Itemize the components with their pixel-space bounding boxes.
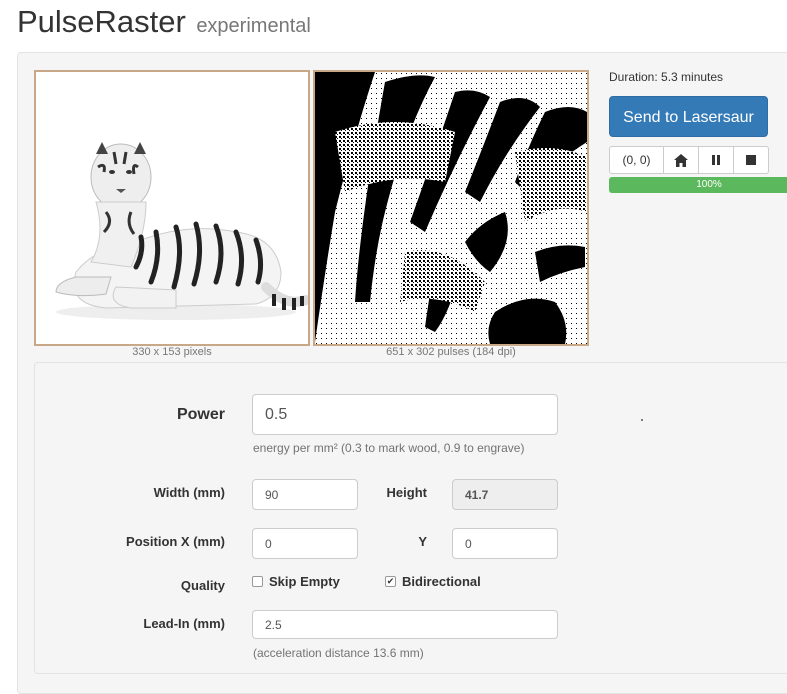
lead-in-input[interactable]: 2.5 [252,610,558,639]
skip-empty-checkbox[interactable]: Skip Empty [252,574,340,589]
pause-button[interactable] [698,146,734,174]
home-icon [674,153,688,167]
app-title: PulseRaster [17,4,186,39]
power-label: Power [176,406,225,423]
position-y-label: Y [418,534,427,549]
quality-label: Quality [180,578,225,593]
coordinates-display[interactable]: (0, 0) [609,146,664,174]
bidirectional-label: Bidirectional [402,574,481,589]
position-x-input[interactable]: 0 [252,528,358,559]
stop-button[interactable] [733,146,769,174]
lead-in-label: Lead-In (mm) [143,616,225,631]
original-caption: 330 x 153 pixels [132,346,212,358]
skip-empty-label: Skip Empty [269,574,340,589]
bidirectional-box[interactable]: ✔ [385,576,396,587]
width-input[interactable]: 90 [252,479,358,510]
position-y-input[interactable]: 0 [452,528,558,559]
power-help: energy per mm² (0.3 to mark wood, 0.9 to… [253,441,525,455]
stop-icon [746,155,756,165]
page-header: PulseRaster experimental [17,4,311,40]
position-x-label: Position X (mm) [126,534,225,549]
home-button[interactable] [663,146,699,174]
width-label: Width (mm) [153,485,225,500]
raster-caption: 651 x 302 pulses (184 dpi) [386,346,516,358]
raster-pattern [315,72,587,344]
power-input[interactable]: 0.5 [252,394,558,435]
original-image[interactable] [34,70,310,346]
app-subtitle: experimental [196,15,311,37]
duration-text: Duration: 5.3 minutes [609,70,724,84]
machine-controls: (0, 0) [609,146,769,174]
skip-empty-box[interactable] [252,576,263,587]
tiger-photo [36,72,308,344]
bidirectional-checkbox[interactable]: ✔ Bidirectional [385,574,481,589]
progress-bar: 100% [609,177,787,193]
progress-fill: 100% [609,177,787,193]
lead-in-help: (acceleration distance 13.6 mm) [253,646,424,660]
height-field: 41.7 [452,479,558,510]
stray-dot [641,419,643,421]
height-label: Height [386,485,427,500]
send-to-lasersaur-button[interactable]: Send to Lasersaur [609,96,768,137]
pause-icon [712,155,720,165]
raster-preview[interactable] [313,70,589,346]
